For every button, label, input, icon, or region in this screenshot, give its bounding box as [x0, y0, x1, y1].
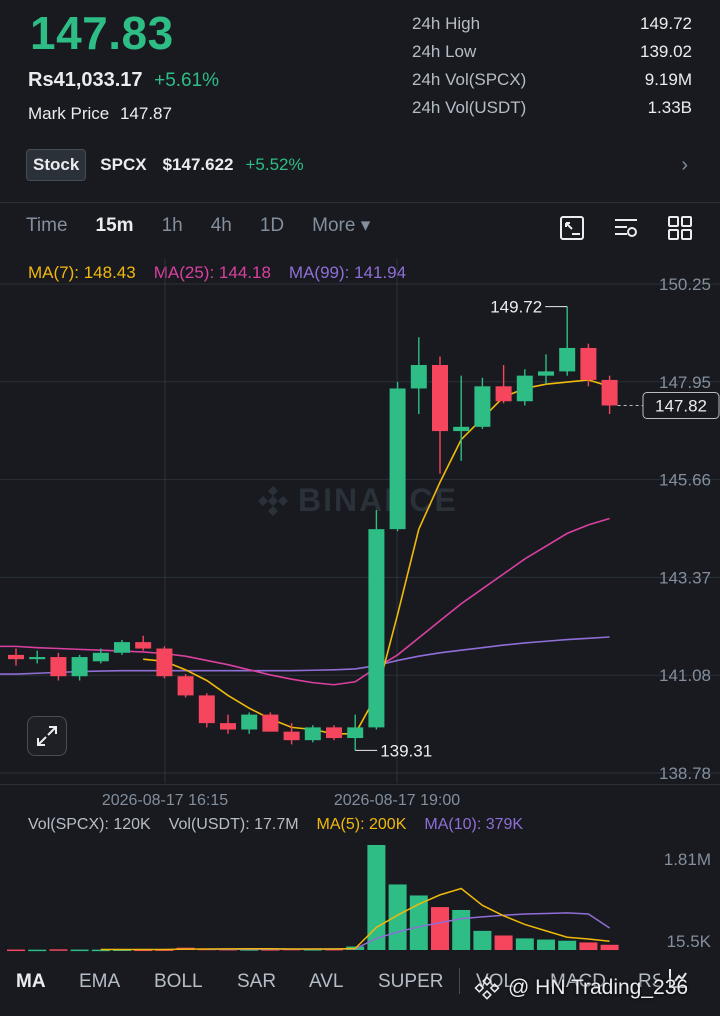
candle-body — [453, 426, 470, 432]
volume-bar — [558, 940, 577, 950]
volume-bar — [7, 949, 25, 952]
divider — [0, 784, 720, 785]
candle-body — [156, 648, 173, 677]
candle-body — [368, 529, 385, 728]
candle-body — [220, 723, 236, 730]
volume-bar — [494, 935, 513, 950]
vol-ma5-legend: MA(5): 200K — [316, 816, 407, 833]
candle-body — [114, 642, 130, 653]
candle-body — [283, 731, 300, 741]
candle-body — [580, 347, 597, 380]
vol-ma10-legend: MA(10): 379K — [424, 816, 524, 833]
candle-body — [347, 727, 364, 739]
candle-body — [538, 371, 554, 376]
candle-body — [326, 727, 342, 739]
candle-body — [474, 386, 491, 427]
candle-body — [29, 657, 46, 660]
ma25-line — [0, 517, 610, 686]
vol-base-legend: Vol(SPCX): 120K — [28, 816, 151, 833]
volume-bar — [431, 907, 449, 950]
ma99-line — [0, 636, 610, 675]
volume-bar — [600, 944, 619, 950]
candle-body — [135, 642, 152, 649]
candle-body — [71, 657, 88, 677]
tab-ma[interactable]: MA — [16, 971, 46, 993]
volume-bar — [473, 930, 492, 950]
candle-body — [410, 365, 427, 389]
candle-body — [262, 714, 279, 732]
price-axis-label: 145.66 — [659, 471, 711, 490]
candle-body — [8, 654, 24, 660]
author-credit: @ HN Trading_236 — [474, 975, 688, 1001]
price-chart[interactable]: 150.25 147.95 145.66 143.37 141.08 138.78 2026… — [0, 0, 720, 1016]
candle-body — [601, 379, 618, 406]
credit-text: @ HN Trading_236 — [508, 976, 689, 999]
time-axis-label: 2026-08-17 19:00 — [334, 792, 460, 809]
tab-sar[interactable]: SAR — [237, 971, 276, 993]
candle-body — [389, 388, 406, 530]
candle-body — [516, 375, 533, 402]
volume-legend: Vol(SPCX): 120K Vol(USDT): 17.7M MA(5): … — [28, 816, 523, 834]
current-price-tag: 147.82 — [655, 397, 707, 416]
tab-boll[interactable]: BOLL — [154, 971, 203, 993]
volume-bar — [452, 909, 471, 950]
price-axis-label: 141.08 — [659, 666, 711, 685]
fullscreen-button[interactable] — [27, 716, 67, 756]
price-axis-label: 143.37 — [659, 568, 711, 587]
price-axis-label: 147.95 — [659, 373, 711, 392]
volume-axis-label: 1.81M — [664, 850, 711, 869]
tab-separator — [459, 968, 460, 994]
time-axis-label: 2026-08-17 16:15 — [102, 792, 228, 809]
binance-logo-icon — [474, 976, 500, 1000]
candle-body — [177, 676, 194, 696]
candle-body — [495, 386, 512, 402]
volume-bar — [70, 949, 89, 952]
volume-bar — [49, 949, 68, 951]
volume-bar — [388, 884, 407, 950]
expand-icon — [37, 726, 57, 746]
tab-avl[interactable]: AVL — [309, 971, 344, 993]
candle-body — [198, 695, 215, 724]
volume-bar — [28, 949, 47, 952]
vol-quote-legend: Vol(USDT): 17.7M — [168, 816, 299, 833]
tab-ema[interactable]: EMA — [79, 971, 120, 993]
tab-super[interactable]: SUPER — [378, 971, 443, 993]
candle-body — [432, 365, 448, 432]
price-axis-label: 150.25 — [659, 275, 711, 294]
candle-body — [559, 347, 576, 372]
volume-bar — [579, 942, 598, 950]
price-axis-label: 138.78 — [659, 764, 711, 783]
volume-axis-label: 15.5K — [667, 932, 712, 951]
candle-body — [50, 657, 67, 677]
candle-body — [241, 714, 258, 730]
low-annotation: 139.31 — [380, 741, 432, 760]
candle-body — [304, 727, 321, 741]
volume-bar — [515, 938, 534, 950]
candle-body — [92, 652, 109, 662]
high-annotation: 149.72 — [490, 298, 542, 317]
volume-bar — [537, 939, 555, 950]
